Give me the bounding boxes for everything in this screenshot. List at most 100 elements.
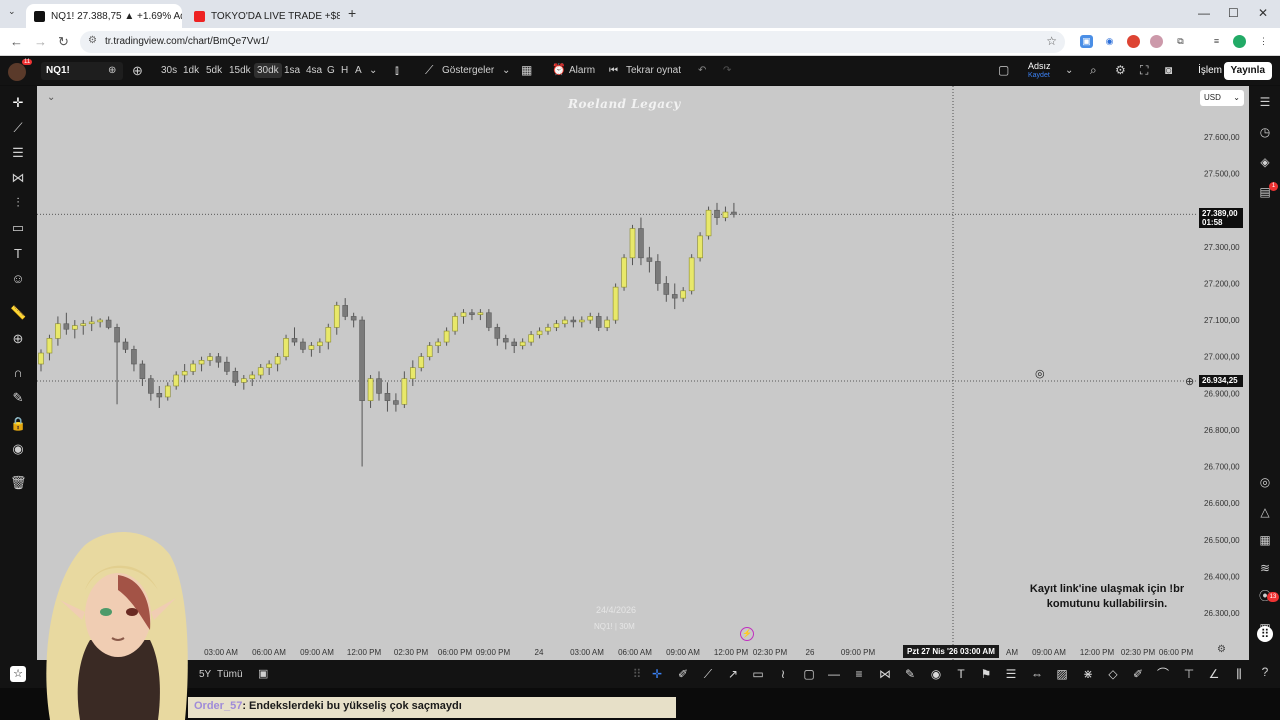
alarm-button[interactable]: Alarm xyxy=(569,65,595,76)
pattern-icon[interactable]: ⋈ xyxy=(10,170,26,186)
extensions-puzzle-icon[interactable]: ⧉ xyxy=(1174,35,1187,48)
broadcast-icon[interactable]: ≋ xyxy=(1257,560,1273,576)
bookmark-star-icon[interactable]: ☆ xyxy=(1046,34,1057,48)
target-icon[interactable]: ◎ xyxy=(1257,474,1273,490)
indicators-button[interactable]: Göstergeler xyxy=(442,65,494,76)
new-tab-button[interactable]: + xyxy=(348,5,356,21)
watchlist-icon[interactable]: ☰ xyxy=(1257,94,1273,110)
magnet-icon[interactable]: ∩ xyxy=(10,365,26,381)
favorites-star-icon[interactable]: ☆ xyxy=(10,666,26,682)
emoji-icon[interactable]: ☺ xyxy=(10,271,26,287)
publish-button[interactable]: Yayınla xyxy=(1223,62,1272,80)
eraser-tool-icon[interactable]: ◇ xyxy=(1106,667,1120,681)
text-tool-icon[interactable]: T xyxy=(10,246,26,262)
pattern-tool-icon[interactable]: ⋈ xyxy=(878,667,892,681)
interval-5dk[interactable]: 5dk xyxy=(206,65,222,76)
help-icon[interactable]: ? xyxy=(1257,664,1273,680)
chart-area[interactable]: 27.600,00 27.500,00 27.300,00 27.200,00 27.1… xyxy=(37,86,1249,660)
hline-tool-icon[interactable]: — xyxy=(827,667,841,681)
candlestick-chart[interactable]: 27.600,00 27.500,00 27.300,00 27.200,00 27.1… xyxy=(37,86,1249,660)
extension-icon[interactable]: ◉ xyxy=(1103,35,1116,48)
minimize-button[interactable]: — xyxy=(1198,6,1210,20)
indicators-dropdown-icon[interactable]: ⌄ xyxy=(502,65,510,76)
more-tools-icon[interactable]: ⫼ xyxy=(1232,667,1246,681)
layout-square-icon[interactable]: ▢ xyxy=(998,63,1009,77)
extension-icon[interactable]: ▣ xyxy=(1080,35,1093,48)
compare-add-icon[interactable]: ⊕ xyxy=(132,63,143,79)
interval-h[interactable]: H xyxy=(341,65,348,76)
anchor-tool-icon[interactable]: ⋇ xyxy=(1081,667,1095,681)
trash-icon[interactable]: 🗑 xyxy=(10,475,27,491)
site-info-icon[interactable]: ⚙ xyxy=(88,35,97,46)
close-window-button[interactable]: ✕ xyxy=(1258,6,1268,20)
interval-g[interactable]: G xyxy=(327,65,335,76)
interval-30dk[interactable]: 30dk xyxy=(254,63,282,78)
marker-tool-icon[interactable]: ✐ xyxy=(1131,667,1145,681)
user-avatar[interactable] xyxy=(8,63,26,81)
layout-save-status[interactable]: Kaydet xyxy=(1028,72,1050,79)
alarm-icon[interactable]: ⏰ xyxy=(552,63,566,76)
date-range-icon[interactable]: ▣ xyxy=(258,667,268,680)
tab-tradingview[interactable]: NQ1! 27.388,75 ▲ +1.69% Adsız ✕ xyxy=(26,4,182,28)
maximize-button[interactable]: ☐ xyxy=(1228,6,1239,20)
reload-icon[interactable]: ↻ xyxy=(58,34,69,50)
ray-tool-icon[interactable]: ↗ xyxy=(726,667,740,681)
profile-avatar[interactable] xyxy=(1233,35,1246,48)
drag-handle-icon[interactable]: ⠿ xyxy=(630,667,644,681)
ideas-icon[interactable]: △ xyxy=(1257,504,1273,520)
forecast-icon[interactable]: ⫶ xyxy=(10,195,26,211)
brush-icon[interactable]: ✐ xyxy=(676,667,690,681)
eye-icon[interactable]: ◉ xyxy=(10,441,26,457)
range-all[interactable]: Tümü xyxy=(217,669,243,680)
text-tool-icon[interactable]: T xyxy=(954,667,968,681)
indicators-icon[interactable]: ⟋ xyxy=(425,63,433,78)
rectangle-tool-icon[interactable]: ▭ xyxy=(751,667,765,681)
omnibox[interactable]: ⚙ tr.tradingview.com/chart/BmQe7Vw1/ ☆ xyxy=(80,31,1065,53)
tab-youtube[interactable]: TOKYO'DA LIVE TRADE +$800 ✕ xyxy=(186,4,340,28)
layers-icon[interactable]: ◈ xyxy=(1257,154,1273,170)
interval-a[interactable]: A xyxy=(355,65,362,76)
apps-grid-icon[interactable]: ⠿ xyxy=(1257,626,1273,642)
axis-settings-icon[interactable]: ⚙ xyxy=(1217,644,1226,655)
symbol-options-icon[interactable]: ⊕ xyxy=(108,65,116,76)
vertical-line-icon[interactable]: ⊤ xyxy=(1182,667,1196,681)
clock-icon[interactable]: ◷ xyxy=(1257,124,1273,140)
crosshair-icon[interactable]: ✛ xyxy=(10,95,26,111)
interval-15dk[interactable]: 15dk xyxy=(229,65,251,76)
fib-lines-icon[interactable]: ☰ xyxy=(10,145,26,161)
tab-search-icon[interactable]: ⌄ xyxy=(8,6,20,18)
range-tool-icon[interactable]: ⇔ xyxy=(1030,667,1044,681)
interval-1sa[interactable]: 1sa xyxy=(284,65,300,76)
interval-1dk[interactable]: 1dk xyxy=(183,65,199,76)
shapes-icon[interactable]: ▭ xyxy=(10,220,26,236)
interval-4sa[interactable]: 4sa xyxy=(306,65,322,76)
interval-dropdown-icon[interactable]: ⌄ xyxy=(369,65,377,76)
calendar-icon[interactable]: ▦ xyxy=(1257,532,1273,548)
back-icon[interactable]: ← xyxy=(10,34,23,49)
settings-gear-icon[interactable]: ⚙ xyxy=(1115,63,1126,77)
trade-button[interactable]: İşlem xyxy=(1198,65,1222,76)
browser-menu-icon[interactable]: ⋮ xyxy=(1257,35,1270,48)
lightning-event-icon[interactable]: ⚡ xyxy=(740,627,754,641)
path-tool-icon[interactable]: ≀ xyxy=(776,667,790,681)
trendline-icon[interactable]: ⟋ xyxy=(10,120,26,136)
media-controls-icon[interactable]: ≡ xyxy=(1210,35,1223,48)
lock-icon[interactable]: 🔒 xyxy=(10,416,26,432)
redo-icon[interactable]: ↷ xyxy=(723,65,731,76)
channel-tool-icon[interactable]: ≡ xyxy=(852,667,866,681)
layout-dropdown-icon[interactable]: ⌄ xyxy=(1065,65,1073,76)
curve-tool-icon[interactable]: ⌒ xyxy=(1156,667,1170,681)
layouts-grid-icon[interactable]: ▦ xyxy=(521,63,532,77)
quick-search-icon[interactable]: ⌕ xyxy=(1090,63,1097,78)
candle-type-icon[interactable]: ⫾ xyxy=(395,63,399,78)
extension-icon[interactable] xyxy=(1150,35,1163,48)
currency-select[interactable]: USD ⌄ xyxy=(1200,90,1244,106)
ruler-icon[interactable]: 📏 xyxy=(10,305,26,321)
fullscreen-icon[interactable]: ⛶ xyxy=(1140,63,1148,78)
extension-icon[interactable] xyxy=(1127,35,1140,48)
add-alert-plus-icon[interactable]: ⊕ xyxy=(1185,375,1194,388)
zoom-icon[interactable]: ⊕ xyxy=(10,331,26,347)
range-5y[interactable]: 5Y xyxy=(199,669,211,680)
interval-30s[interactable]: 30s xyxy=(161,65,177,76)
fib-tool-icon[interactable]: ☰ xyxy=(1004,667,1018,681)
